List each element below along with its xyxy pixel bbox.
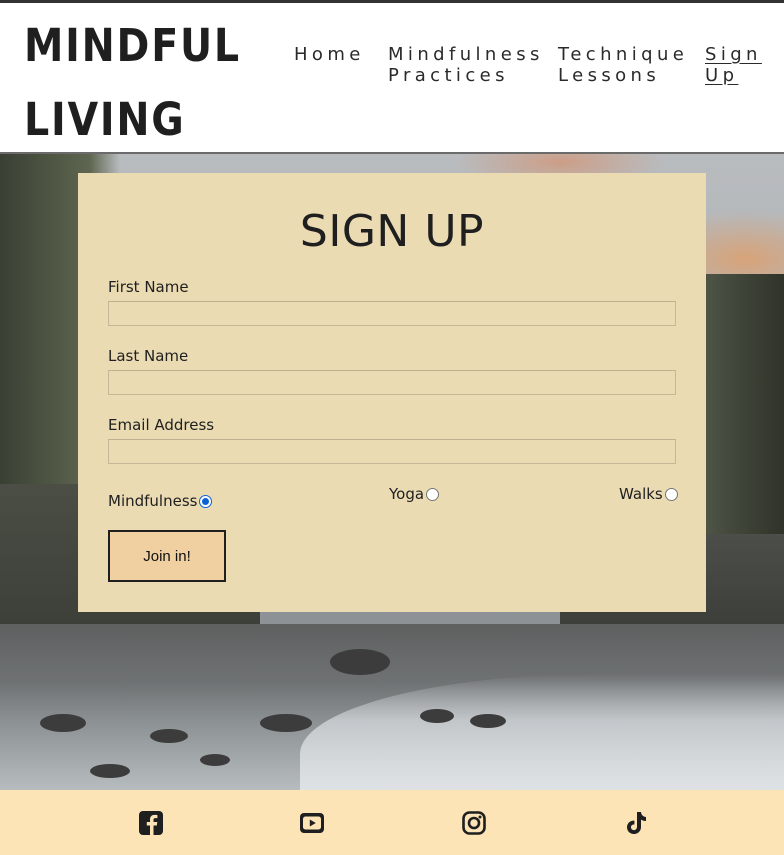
radio-option-yoga[interactable]: Yoga xyxy=(389,485,440,503)
rock xyxy=(330,649,390,675)
radio-option-walks[interactable]: Walks xyxy=(619,485,678,503)
radio-button-checked[interactable] xyxy=(199,494,213,508)
brand-line-1: MINDFUL xyxy=(24,19,241,72)
rock xyxy=(470,714,506,728)
nav-link-home-label: Home xyxy=(294,44,365,65)
nav-link-label-line-1: Mindfulness xyxy=(388,44,544,65)
radio-button[interactable] xyxy=(426,487,440,501)
nav-link-mindfulness-practices[interactable]: Mindfulness Practices xyxy=(388,44,544,86)
site-logo[interactable]: MINDFUL LIVING xyxy=(24,9,241,157)
nav-link-label-line-1: Sign xyxy=(705,44,762,65)
youtube-icon[interactable] xyxy=(299,810,325,836)
rock xyxy=(200,754,230,766)
nav-link-label-line-1: Technique xyxy=(558,44,689,65)
nav-link-technique-lessons[interactable]: Technique Lessons xyxy=(558,44,688,86)
nav-link-label-line-2: Practices xyxy=(388,65,509,86)
nav-link-label-line-2: Up xyxy=(705,65,739,86)
radio-option-mindfulness[interactable]: Mindfulness xyxy=(108,492,213,510)
nav-link-label-line-2: Lessons xyxy=(558,65,661,86)
radio-label: Mindfulness xyxy=(108,492,198,510)
instagram-icon[interactable] xyxy=(461,810,487,836)
nav-link-home[interactable]: Home xyxy=(294,44,365,65)
nav-link-sign-up[interactable]: Sign Up xyxy=(705,44,762,86)
radio-label: Walks xyxy=(619,485,663,503)
radio-label: Yoga xyxy=(389,485,425,503)
brand-line-2: LIVING xyxy=(24,93,186,146)
radio-button[interactable] xyxy=(664,487,678,501)
last-name-label: Last Name xyxy=(108,347,189,365)
rock xyxy=(40,714,86,732)
last-name-input[interactable] xyxy=(108,370,676,395)
rock xyxy=(150,729,188,743)
site-header: MINDFUL LIVING Home Mindfulness Practice… xyxy=(0,0,784,154)
join-button[interactable]: Join in! xyxy=(108,530,226,582)
facebook-icon[interactable] xyxy=(138,810,164,836)
tiktok-icon[interactable] xyxy=(623,810,649,836)
signup-form: SIGN UP First Name Last Name Email Addre… xyxy=(78,173,706,612)
first-name-label: First Name xyxy=(108,278,189,296)
email-label: Email Address xyxy=(108,416,215,434)
rock xyxy=(260,714,312,732)
signup-title: SIGN UP xyxy=(299,206,485,257)
email-input[interactable] xyxy=(108,439,676,464)
rock xyxy=(420,709,454,723)
first-name-input[interactable] xyxy=(108,301,676,326)
site-footer xyxy=(0,790,784,855)
rock xyxy=(90,764,130,778)
